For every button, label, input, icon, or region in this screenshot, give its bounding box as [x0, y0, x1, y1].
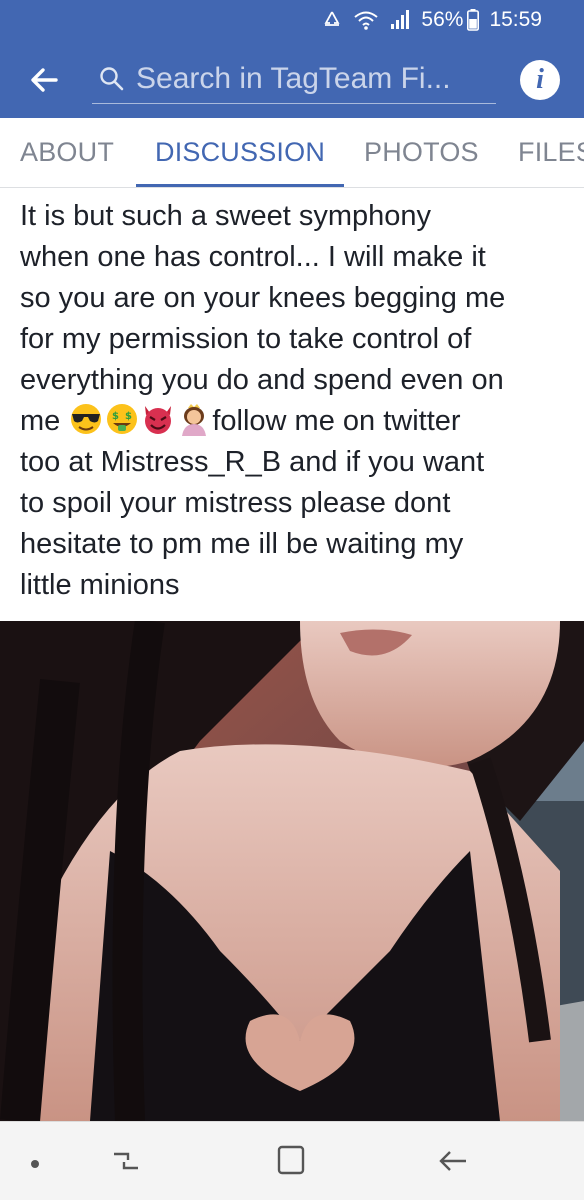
back-button[interactable]: [26, 62, 62, 98]
signal-icon: [391, 10, 410, 29]
tab-photos[interactable]: PHOTOS: [364, 118, 479, 187]
post-photo[interactable]: [0, 621, 584, 1121]
sunglasses-emoji: [71, 404, 102, 434]
devil-emoji: [145, 406, 172, 434]
group-tabs: ABOUT DISCUSSION PHOTOS FILES: [0, 118, 584, 188]
recent-apps-button[interactable]: [110, 1146, 142, 1181]
search-input[interactable]: [136, 61, 486, 96]
group-search-header: i: [0, 40, 584, 118]
wifi-icon: [354, 11, 379, 30]
status-bar: 56% 15:59: [0, 0, 584, 40]
battery-percent: 56%: [421, 8, 464, 31]
back-icon: [439, 1151, 466, 1171]
back-nav-button[interactable]: [436, 1146, 470, 1181]
search-icon: [100, 66, 124, 90]
tab-discussion[interactable]: DISCUSSION: [155, 118, 325, 187]
selfie-image: [0, 621, 584, 1121]
recent-apps-icon: [114, 1152, 138, 1170]
info-icon: i: [536, 64, 544, 95]
tab-label: FILES: [518, 137, 584, 167]
princess-emoji: [182, 404, 207, 436]
tab-label: PHOTOS: [364, 137, 479, 167]
battery-indicator: 56%: [421, 8, 480, 32]
battery-icon: [467, 9, 480, 31]
tab-label: ABOUT: [20, 137, 115, 167]
post-text: It is but such a sweet symphony when one…: [20, 196, 572, 606]
home-button[interactable]: [276, 1144, 306, 1181]
tab-about[interactable]: ABOUT: [20, 118, 114, 187]
svg-text:$: $: [112, 411, 119, 422]
info-button[interactable]: i: [520, 60, 560, 100]
active-tab-indicator: [136, 184, 344, 187]
clock: 15:59: [489, 8, 542, 31]
svg-text:$: $: [125, 411, 132, 422]
tab-label: DISCUSSION: [155, 137, 326, 167]
search-bar[interactable]: [92, 54, 496, 104]
back-arrow-icon: [31, 68, 58, 92]
tab-files[interactable]: FILES: [518, 118, 584, 187]
dot-icon: [31, 1160, 39, 1168]
system-nav-bar: [0, 1121, 584, 1200]
recycle-icon: [324, 11, 340, 26]
nav-dot-button[interactable]: [30, 1156, 40, 1174]
money-mouth-emoji: $ $: [107, 404, 138, 434]
home-icon: [277, 1145, 305, 1175]
